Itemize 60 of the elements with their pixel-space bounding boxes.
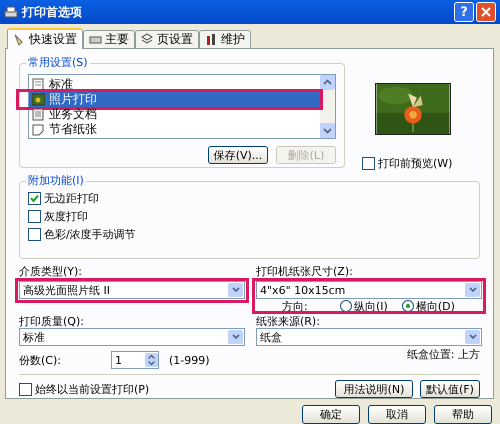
stack-icon xyxy=(141,33,154,46)
radio-label: 纵向(I) xyxy=(354,300,388,312)
chevron-down-icon xyxy=(232,334,240,340)
spin-box[interactable]: 1 xyxy=(111,351,159,369)
field-label: 方向: xyxy=(281,300,309,312)
checkbox-label: 始终以当前设置打印(P) xyxy=(35,382,150,396)
radio-button[interactable] xyxy=(402,300,414,312)
photo-icon xyxy=(32,93,45,106)
dropdown[interactable]: 纸盒 xyxy=(256,328,482,346)
document-icon xyxy=(32,78,45,91)
button[interactable]: 默认值(F) xyxy=(420,380,480,398)
checkbox-label: 打印前预览(W) xyxy=(378,156,452,170)
tab[interactable]: 维护 xyxy=(199,30,251,48)
field-label: 介质类型(Y): xyxy=(19,265,84,278)
list-item[interactable]: 节省纸张 xyxy=(29,122,320,137)
document-icon xyxy=(32,108,45,121)
tray-note: 纸盒位置: 上方 xyxy=(406,348,481,361)
checkbox[interactable] xyxy=(28,210,41,222)
chevron-down-icon xyxy=(232,287,240,293)
group-label: 附加功能(I) xyxy=(26,174,86,187)
tab[interactable]: 快速设置 xyxy=(7,28,83,49)
radio-button[interactable] xyxy=(340,300,352,312)
checkbox[interactable] xyxy=(362,156,375,170)
chevron-down-icon xyxy=(468,334,476,340)
field-label: 纸张来源(R): xyxy=(256,315,321,328)
tab[interactable]: 主要 xyxy=(83,30,135,48)
list-item[interactable]: 业务文档 xyxy=(29,107,320,122)
range-hint: (1-999) xyxy=(169,354,210,366)
close-icon xyxy=(481,7,491,17)
copies-input[interactable]: 1 xyxy=(112,353,144,367)
field-label: 份数(C): xyxy=(19,354,62,366)
checkbox[interactable] xyxy=(19,382,32,396)
spinner-icon xyxy=(145,353,158,367)
dropdown[interactable]: 标准 xyxy=(19,328,245,346)
chevron-up-icon xyxy=(320,75,335,90)
scrollbar[interactable] xyxy=(320,75,335,138)
checkbox-label: 无边距打印 xyxy=(44,192,99,204)
group-label: 常用设置(S) xyxy=(26,56,90,69)
checkbox[interactable] xyxy=(28,192,41,204)
checkbox-label: 色彩/浓度手动调节 xyxy=(44,228,136,240)
window-title: 打印首选项 xyxy=(22,6,82,18)
dropdown[interactable]: 高级光面照片纸 II xyxy=(19,281,245,299)
checkbox[interactable] xyxy=(28,228,41,240)
page-icon xyxy=(32,123,45,136)
button[interactable]: 用法说明(N) xyxy=(335,380,413,398)
chevron-down-icon xyxy=(320,123,335,138)
radio-label: 横向(D) xyxy=(416,300,455,312)
list-item[interactable]: 标准 xyxy=(29,77,320,92)
button[interactable]: 取消 xyxy=(368,405,426,424)
chevron-down-icon xyxy=(468,287,476,293)
field-label: 打印质量(Q): xyxy=(19,315,85,328)
tab[interactable]: 页设置 xyxy=(135,30,199,48)
dropdown[interactable]: 4"x6" 10x15cm xyxy=(256,281,482,299)
close-button[interactable] xyxy=(476,2,496,22)
button[interactable]: 帮助 xyxy=(434,405,492,424)
checkbox-label: 灰度打印 xyxy=(44,210,88,222)
button[interactable]: 确定 xyxy=(302,405,360,424)
field-label: 打印机纸张尺寸(Z): xyxy=(256,265,354,278)
button[interactable]: 保存(V)... xyxy=(208,146,268,164)
help-button[interactable]: ? xyxy=(454,2,474,22)
